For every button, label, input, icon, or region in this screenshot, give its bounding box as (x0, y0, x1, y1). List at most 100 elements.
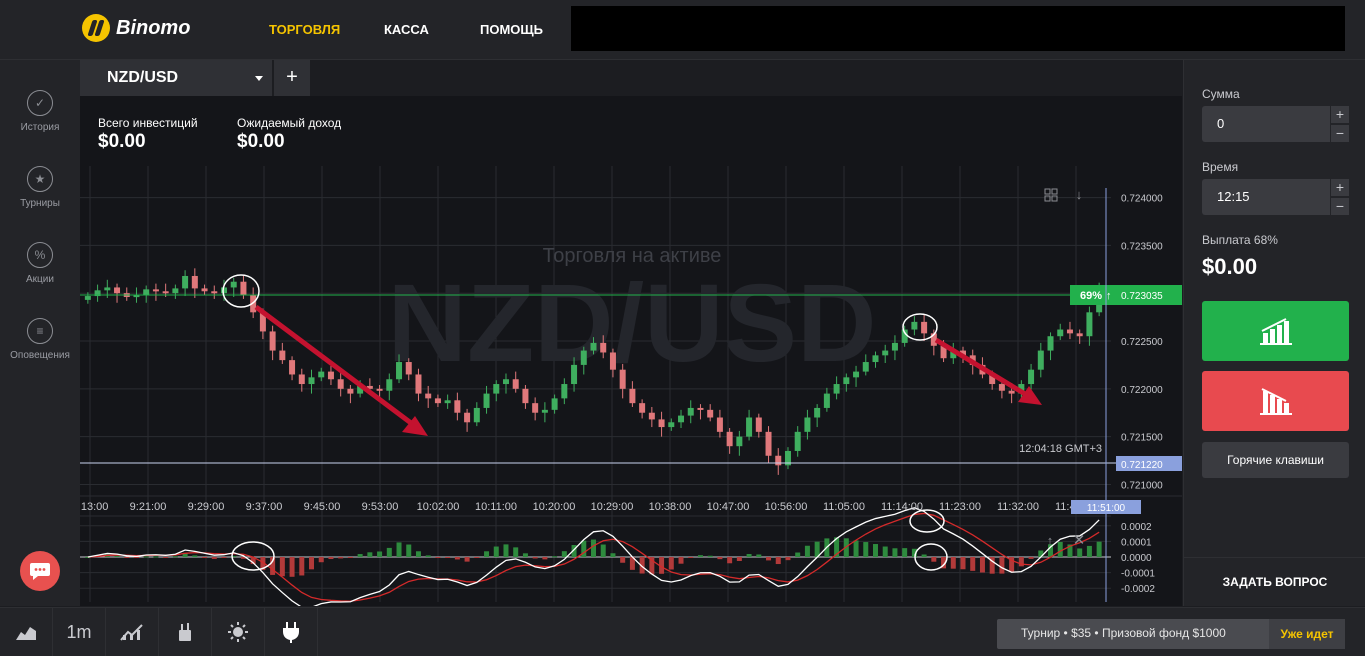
amount-label: Сумма (1202, 87, 1240, 101)
put-down-button[interactable] (1202, 371, 1349, 431)
bottom-toolbar: 1m Турнир • $35 • Призовой фонд $1000 Уж… (0, 607, 1365, 656)
sidebar-item-notifications[interactable]: ≡ Оповещения (0, 318, 80, 361)
payout-badge: 69% (1080, 290, 1102, 302)
tournament-status: Уже идет (1269, 619, 1345, 649)
add-asset-button[interactable]: + (274, 60, 310, 96)
histogram-bar (522, 553, 528, 557)
candle (143, 289, 150, 296)
histogram-bar (435, 557, 441, 558)
histogram-bar (367, 552, 373, 557)
top-bar: Binomo ТОРГОВЛЯ КАССА ПОМОЩЬ (0, 0, 1365, 60)
histogram-bar (289, 557, 295, 577)
time-decrease-button[interactable]: − (1331, 198, 1349, 215)
sidebar-item-tournaments[interactable]: ★ Турниры (0, 166, 80, 209)
candle (697, 407, 704, 410)
candle (512, 379, 519, 389)
candle (1076, 333, 1083, 337)
candle (434, 398, 441, 404)
fullscreen-icon[interactable] (1044, 188, 1058, 202)
candle (104, 287, 111, 291)
histogram-bar (678, 557, 684, 564)
logo[interactable]: Binomo (82, 14, 190, 42)
x-tick-label: 10:38:00 (649, 501, 692, 513)
hotkeys-button[interactable]: Горячие клавиши (1202, 442, 1349, 478)
area-chart-icon[interactable] (0, 608, 53, 656)
candle (162, 291, 169, 294)
candle (580, 350, 587, 365)
amount-input[interactable]: 0 (1202, 106, 1330, 142)
histogram-bar (727, 557, 733, 564)
histogram-bar (610, 553, 616, 557)
histogram-bar (406, 544, 412, 557)
candle (814, 407, 821, 418)
chart-subtitle: Торговля на активе (543, 245, 722, 267)
nav-trading[interactable]: ТОРГОВЛЯ (269, 22, 340, 37)
asset-name: NZD/USD (107, 69, 179, 86)
candle (726, 431, 733, 447)
theme-sun-icon[interactable] (212, 608, 265, 656)
candle (765, 431, 772, 456)
candle (736, 436, 743, 447)
time-increase-button[interactable]: + (1331, 179, 1349, 196)
indicators-plug-icon[interactable] (265, 608, 318, 656)
x-tick-label: 10:56:00 (765, 501, 808, 513)
chart-type-icon[interactable] (106, 608, 159, 656)
timeframe-button[interactable]: 1m (53, 608, 106, 656)
candle (308, 377, 315, 385)
asset-tab-nzdusd[interactable]: NZD/USD (80, 60, 272, 96)
candle (220, 287, 227, 294)
candle (318, 371, 325, 378)
indicator-tick-label: -0.0001 (1121, 569, 1155, 580)
candle (541, 409, 548, 413)
histogram-bar (863, 542, 869, 557)
sidebar-item-promotions[interactable]: % Акции (0, 242, 80, 285)
nav-cashier[interactable]: КАССА (384, 22, 429, 37)
histogram-bar (153, 556, 159, 558)
histogram-bar (484, 551, 490, 557)
histogram-bar (493, 546, 499, 557)
server-time-label: 12:04:18 GMT+3 (1019, 443, 1102, 455)
histogram-bar (425, 555, 431, 557)
histogram-bar (766, 557, 772, 561)
histogram-bar (1018, 557, 1024, 567)
call-up-button[interactable] (1202, 301, 1349, 361)
chart-watermark: NZD/USD (388, 262, 877, 385)
nav-help[interactable]: ПОМОЩЬ (480, 22, 543, 37)
drawing-tools-icon[interactable] (159, 608, 212, 656)
chart-area[interactable]: Всего инвестиций $0.00 Ожидаемый доход $… (80, 96, 1182, 606)
amount-decrease-button[interactable]: − (1331, 125, 1349, 142)
indicator-close-icon[interactable]: ✕ (1073, 532, 1086, 549)
candle (386, 379, 393, 391)
candle (1086, 312, 1093, 337)
payout-label: Выплата 68% (1202, 233, 1278, 247)
amount-increase-button[interactable]: + (1331, 106, 1349, 123)
histogram-bar (591, 539, 596, 557)
asset-tab-bar: NZD/USD + (80, 60, 1182, 96)
candle (114, 287, 121, 294)
price-chart[interactable]: NZD/USD Торговля на активе 9:13:00 9:21:0… (80, 96, 1182, 606)
histogram-bar (211, 557, 217, 559)
current-price-label: 0.723035 (1121, 291, 1163, 302)
indicator-collapse-icon[interactable]: ↑ (1047, 533, 1054, 548)
ask-question-button[interactable]: ЗАДАТЬ ВОПРОС (1184, 557, 1365, 607)
histogram-bar (163, 557, 169, 558)
histogram-bar (688, 557, 694, 558)
chat-button[interactable] (20, 551, 60, 591)
histogram-bar (338, 557, 344, 559)
candle (240, 281, 247, 296)
histogram-bar (474, 557, 480, 558)
histogram-bar (736, 557, 742, 561)
time-input[interactable]: 12:15 (1202, 179, 1330, 215)
histogram-bar (347, 557, 353, 558)
chevron-down-icon[interactable] (255, 76, 263, 81)
histogram-bar (542, 557, 548, 560)
arrow-down-icon[interactable]: ↓ (1076, 187, 1083, 202)
x-tick-label: 10:29:00 (591, 501, 634, 513)
tournament-banner[interactable]: Турнир • $35 • Призовой фонд $1000 Уже и… (997, 619, 1345, 649)
sidebar-item-history[interactable]: ✓ История (0, 90, 80, 133)
arrow-up-icon: ↑ (1106, 290, 1112, 302)
time-label: Время (1202, 160, 1239, 174)
histogram-bar (1086, 545, 1092, 557)
candle (483, 393, 490, 408)
x-tick-label: 9:21:00 (130, 501, 167, 513)
